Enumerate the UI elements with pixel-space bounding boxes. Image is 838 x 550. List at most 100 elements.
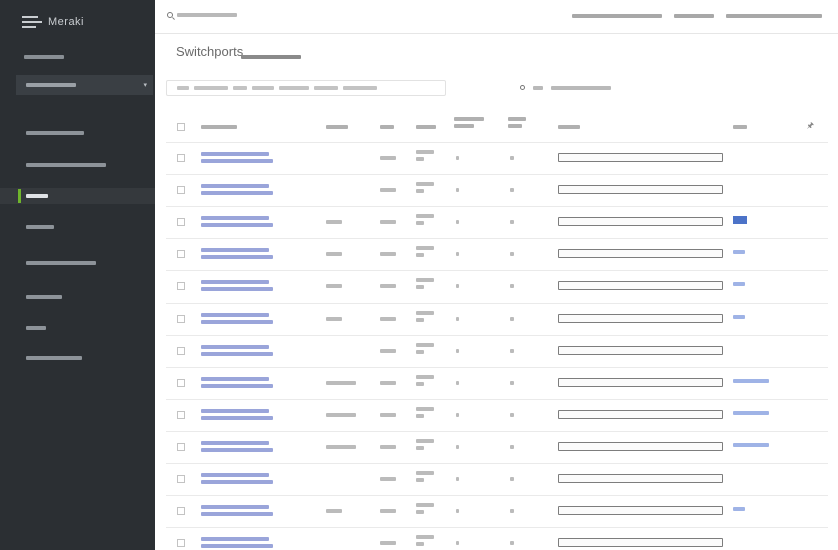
tag-badge[interactable] xyxy=(733,216,747,225)
col-header-status[interactable] xyxy=(558,125,580,129)
col-header-col6[interactable] xyxy=(508,117,526,121)
switch-port-sublink[interactable] xyxy=(201,415,273,420)
select-all-checkbox[interactable] xyxy=(177,123,185,131)
switch-port-link[interactable] xyxy=(201,312,269,317)
col-header-col5[interactable] xyxy=(454,117,484,121)
switch-port-link[interactable] xyxy=(201,473,269,477)
row-checkbox[interactable] xyxy=(177,410,185,419)
row-checkbox[interactable] xyxy=(177,186,185,195)
account-menu[interactable] xyxy=(726,14,822,18)
table-row[interactable] xyxy=(166,206,828,238)
row-checkbox[interactable] xyxy=(177,539,185,548)
row-checkbox[interactable] xyxy=(177,346,185,355)
announcements-menu[interactable] xyxy=(572,14,662,18)
switch-port-link[interactable] xyxy=(201,344,269,349)
status-bar xyxy=(558,249,723,259)
table-row[interactable] xyxy=(166,238,828,270)
switch-port-link[interactable] xyxy=(201,216,269,221)
sidebar-item-5[interactable] xyxy=(0,255,155,271)
switch-port-sublink[interactable] xyxy=(201,255,273,260)
row-checkbox[interactable] xyxy=(177,282,185,291)
sidebar-item-7[interactable] xyxy=(0,320,155,336)
table-row[interactable] xyxy=(166,398,828,431)
edit-link[interactable] xyxy=(533,85,543,90)
search-dashboard[interactable] xyxy=(167,12,237,18)
time-range-selector[interactable] xyxy=(241,55,301,59)
switch-port-link[interactable] xyxy=(201,408,269,413)
table-row[interactable] xyxy=(166,463,828,495)
switch-port-sublink[interactable] xyxy=(201,351,273,356)
switch-port-link[interactable] xyxy=(201,184,269,189)
cell-col4 xyxy=(416,471,434,475)
pin-icon[interactable]: 🖈 xyxy=(807,120,814,134)
top-right-menu xyxy=(572,14,822,18)
cell-col5 xyxy=(456,156,459,160)
row-checkbox[interactable] xyxy=(177,442,185,451)
row-checkbox[interactable] xyxy=(177,378,185,387)
tag-badge[interactable] xyxy=(733,507,745,512)
row-checkbox[interactable] xyxy=(177,507,185,516)
switch-port-sublink[interactable] xyxy=(201,544,273,549)
sidebar-item-switch[interactable] xyxy=(0,188,155,204)
switch-port-sublink[interactable] xyxy=(201,447,273,452)
switch-port-sublink[interactable] xyxy=(201,480,273,484)
sidebar-item-6[interactable] xyxy=(0,289,155,305)
help-menu[interactable] xyxy=(674,14,714,18)
switch-port-sublink[interactable] xyxy=(201,191,273,196)
table-row[interactable] xyxy=(166,527,828,550)
switch-port-link[interactable] xyxy=(201,376,269,381)
row-checkbox[interactable] xyxy=(177,250,185,259)
cell-col3 xyxy=(380,188,396,193)
switch-port-link[interactable] xyxy=(201,152,269,156)
row-checkbox[interactable] xyxy=(177,314,185,323)
tag-badge[interactable] xyxy=(733,442,769,447)
table-row[interactable] xyxy=(166,174,828,206)
sidebar-item-8[interactable] xyxy=(0,350,155,366)
tag-badge[interactable] xyxy=(733,314,745,319)
switch-port-link[interactable] xyxy=(201,505,269,510)
filter-bar[interactable] xyxy=(166,80,446,96)
table-row[interactable] xyxy=(166,334,828,367)
col-header-col3[interactable] xyxy=(380,125,394,129)
row-checkbox[interactable] xyxy=(177,218,185,227)
switch-port-link[interactable] xyxy=(201,440,269,445)
cell-col2 xyxy=(326,509,342,514)
table-row[interactable] xyxy=(166,302,828,335)
switch-port-link[interactable] xyxy=(201,280,269,285)
tag-badge[interactable] xyxy=(733,378,769,383)
network-selector[interactable]: ▾ xyxy=(16,75,153,95)
brand-logo[interactable]: Meraki xyxy=(22,15,84,29)
switch-port-sublink[interactable] xyxy=(201,287,273,292)
tag-badge[interactable] xyxy=(733,410,769,415)
table-row[interactable] xyxy=(166,366,828,399)
tag-badge[interactable] xyxy=(733,282,745,287)
row-checkbox[interactable] xyxy=(177,154,185,162)
gear-icon[interactable] xyxy=(520,85,525,90)
table-row[interactable] xyxy=(166,270,828,302)
sidebar-item-4[interactable] xyxy=(0,219,155,235)
switch-port-sublink[interactable] xyxy=(201,319,273,324)
cell-col4-sub xyxy=(416,221,424,226)
switch-port-sublink[interactable] xyxy=(201,223,273,228)
cell-col6 xyxy=(510,252,514,257)
table-row[interactable] xyxy=(166,142,828,174)
switch-port-link[interactable] xyxy=(201,248,269,253)
switch-port-sublink[interactable] xyxy=(201,512,273,517)
cell-col3 xyxy=(380,220,396,225)
tag-badge[interactable] xyxy=(733,250,745,255)
switch-port-sublink[interactable] xyxy=(201,383,273,388)
sidebar-item-1[interactable] xyxy=(0,125,155,141)
sidebar-item-2[interactable] xyxy=(0,157,155,173)
cell-col4-sub xyxy=(416,510,424,515)
col-header-col2[interactable] xyxy=(326,125,348,129)
col-header-col4[interactable] xyxy=(416,125,436,129)
switch-port-sublink[interactable] xyxy=(201,159,273,163)
col-header-tags[interactable] xyxy=(733,125,747,129)
switch-port-link[interactable] xyxy=(201,537,269,542)
table-row[interactable] xyxy=(166,430,828,463)
col-header-switch-port[interactable] xyxy=(201,125,237,129)
view-mode-link[interactable] xyxy=(551,85,611,90)
table-row[interactable] xyxy=(166,495,828,527)
cell-col5 xyxy=(456,252,459,257)
row-checkbox[interactable] xyxy=(177,475,185,483)
